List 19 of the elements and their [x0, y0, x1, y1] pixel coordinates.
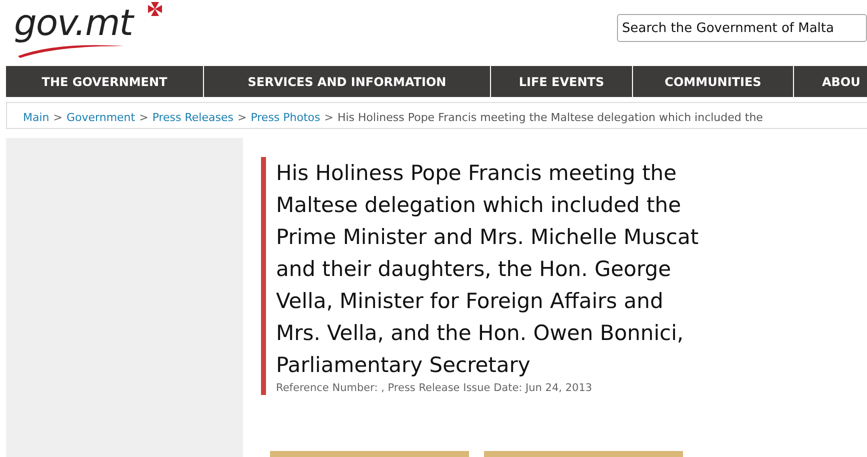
article-title: His Holiness Pope Francis meeting the Maltese delegation which included the Prime Minister and Mrs. Michelle Muscat and their daughters, the Hon. George Vella, Minister for Foreign Affairs and Mrs. Vella, and the Hon. Owen Bonnici, Parliamentary Secretary: [276, 160, 700, 379]
breadcrumb-link[interactable]: Press Photos: [250, 110, 320, 128]
article-meta: Reference Number: , Press Release Issue Date: Jun 24, 2013: [276, 381, 594, 395]
nav-tab[interactable]: COMMUNITIES: [633, 66, 794, 97]
nav-tab[interactable]: ABOU: [794, 66, 867, 97]
breadcrumb-link[interactable]: Government: [66, 110, 136, 128]
site-logo[interactable]: gov.mt: [14, 4, 164, 56]
breadcrumb-separator: >: [237, 110, 247, 126]
breadcrumb-separator: >: [324, 110, 334, 126]
search-field[interactable]: Search the Government of Malta: [617, 14, 867, 42]
breadcrumb-separator: >: [53, 110, 62, 126]
nav-tab[interactable]: LIFE EVENTS: [491, 66, 633, 97]
breadcrumb-current: His Holiness Pope Francis meeting the Maltese delegation which included the: [337, 110, 763, 126]
breadcrumb-separator: >: [139, 110, 148, 126]
nav-tab[interactable]: SERVICES AND INFORMATION: [204, 66, 491, 97]
cross-icon: [148, 2, 162, 16]
nav-tab[interactable]: THE GOVERNMENT: [6, 66, 204, 97]
breadcrumb-link[interactable]: Press Releases: [152, 110, 234, 128]
breadcrumb-link[interactable]: Main: [23, 110, 50, 128]
